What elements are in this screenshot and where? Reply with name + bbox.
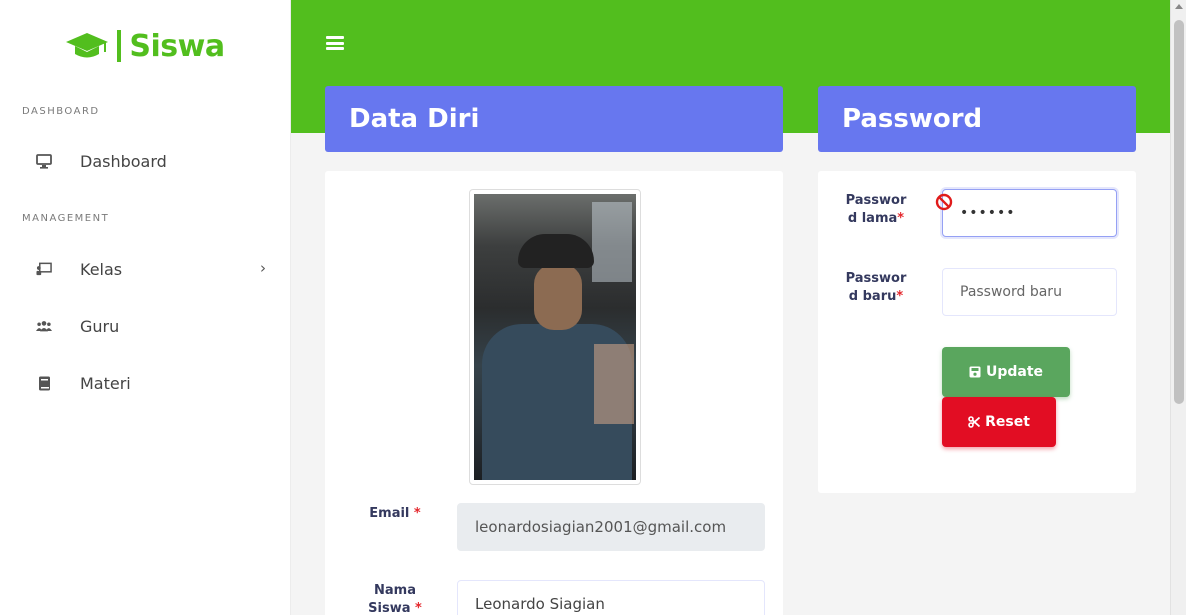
sidebar-item-dashboard[interactable]: Dashboard: [0, 141, 290, 181]
profile-photo-image: [474, 194, 636, 480]
old-password-label: Passwor d lama*: [845, 193, 907, 226]
brand-name: Siswa: [129, 28, 225, 64]
monitor-icon: [36, 153, 52, 169]
chevron-right-icon: ›: [260, 259, 266, 277]
update-label: Update: [985, 364, 1044, 380]
scrollbar-thumb[interactable]: [1174, 20, 1184, 404]
hamburger-menu-icon[interactable]: [326, 36, 344, 50]
sidebar-item-guru[interactable]: Guru: [0, 306, 290, 346]
new-password-field[interactable]: [942, 268, 1117, 316]
section-dashboard: DASHBOARD: [22, 106, 100, 117]
email-label: Email *: [369, 506, 421, 521]
section-management: MANAGEMENT: [22, 213, 110, 224]
not-allowed-icon: [935, 193, 953, 211]
nama-siswa-label: Nama Siswa *: [368, 583, 422, 615]
reset-label: Reset: [985, 414, 1030, 430]
scroll-up-icon[interactable]: [1175, 4, 1183, 9]
users-icon: [36, 318, 52, 334]
card-title: Data Diri: [349, 104, 480, 134]
book-icon: [36, 375, 52, 391]
sidebar-item-label: Kelas: [80, 259, 123, 279]
profile-photo[interactable]: [469, 189, 641, 485]
email-field[interactable]: [457, 503, 765, 551]
data-diri-header: Data Diri: [325, 86, 783, 152]
page-scrollbar[interactable]: [1170, 0, 1186, 615]
nama-siswa-field[interactable]: [457, 580, 765, 615]
sidebar-item-label: Materi: [80, 373, 131, 393]
card-title: Password: [842, 104, 983, 134]
brand[interactable]: Siswa: [0, 0, 290, 92]
old-password-field[interactable]: [942, 189, 1117, 237]
scissors-icon: [968, 416, 981, 428]
brand-divider: [117, 30, 122, 62]
save-icon: [969, 366, 981, 378]
graduation-cap-icon: [66, 33, 109, 58]
sidebar-item-label: Dashboard: [80, 151, 167, 171]
chalkboard-icon: [36, 261, 52, 277]
sidebar-item-kelas[interactable]: Kelas ›: [0, 249, 290, 289]
new-password-label: Passwor d baru*: [845, 271, 907, 304]
sidebar: Siswa DASHBOARD Dashboard MANAGEMENT Kel…: [0, 0, 291, 615]
sidebar-item-label: Guru: [80, 316, 120, 336]
password-header: Password: [818, 86, 1136, 152]
update-button[interactable]: Update: [942, 347, 1070, 397]
sidebar-item-materi[interactable]: Materi: [0, 363, 290, 403]
reset-button[interactable]: Reset: [942, 397, 1056, 447]
